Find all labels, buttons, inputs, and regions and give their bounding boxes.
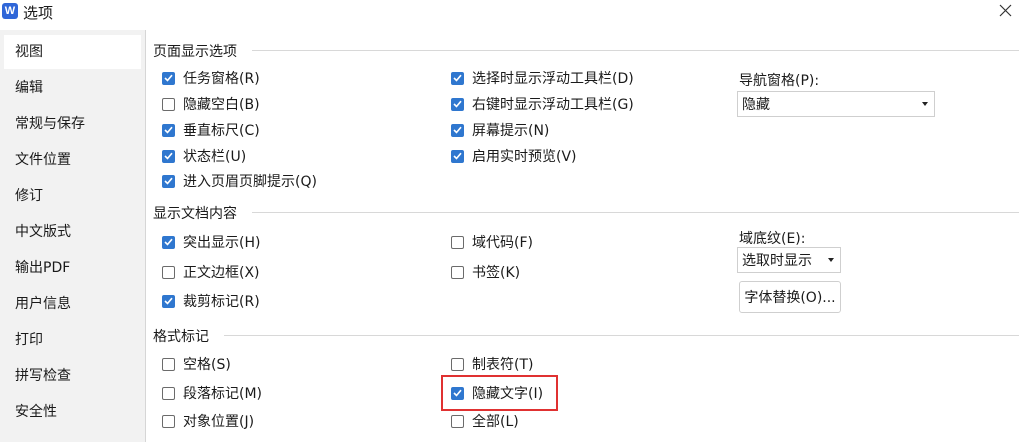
checkbox-unchecked-icon [162,97,175,111]
checkbox-label: 全部(L) [472,414,519,430]
section-title-doc-content: 显示文档内容 [153,206,237,222]
nav-pane-select[interactable]: 隐藏 [737,91,935,117]
sidebar-item-user-info[interactable]: 用户信息 [0,287,145,321]
checkbox-header-footer-hint[interactable]: 进入页眉页脚提示(Q) [162,171,317,191]
checkbox-checked-icon [451,71,464,85]
chevron-down-icon [828,258,834,262]
checkbox-checked-icon [451,123,464,137]
checkbox-label: 启用实时预览(V) [472,149,577,165]
checkbox-label: 突出显示(H) [183,235,261,251]
sidebar-item-file-locations[interactable]: 文件位置 [0,143,145,177]
checkbox-unchecked-icon [162,265,175,279]
close-icon [999,4,1012,17]
sidebar-item-general-save[interactable]: 常规与保存 [0,107,145,141]
checkbox-paragraph-marks[interactable]: 段落标记(M) [162,383,262,403]
checkbox-screen-tips[interactable]: 屏幕提示(N) [451,120,549,140]
checkbox-status-bar[interactable]: 状态栏(U) [162,146,246,166]
checkbox-tab-chars[interactable]: 制表符(T) [451,354,533,374]
nav-pane-label: 导航窗格(P): [739,73,820,89]
checkbox-unchecked-icon [162,357,175,371]
annotation-highlight-box [441,375,558,411]
field-shading-select-value: 选取时显示 [742,253,812,269]
checkbox-checked-icon [162,123,175,137]
nav-pane-select-value: 隐藏 [742,97,770,113]
checkbox-unchecked-icon [162,414,175,428]
checkbox-all[interactable]: 全部(L) [451,411,519,431]
close-button[interactable] [995,0,1017,22]
title-bar: W 选项 [0,0,1029,24]
checkbox-label: 制表符(T) [472,357,534,373]
checkbox-spaces[interactable]: 空格(S) [162,354,231,374]
checkbox-unchecked-icon [451,235,464,249]
section-divider [252,50,1019,51]
sidebar-item-revisions[interactable]: 修订 [0,179,145,213]
checkbox-field-codes[interactable]: 域代码(F) [451,232,533,252]
checkbox-text-boundaries[interactable]: 正文边框(X) [162,262,260,282]
checkbox-label: 正文边框(X) [183,265,260,281]
checkbox-floating-toolbar[interactable]: 选择时显示浮动工具栏(D) [451,68,634,88]
checkbox-label: 垂直标尺(C) [183,123,260,139]
chevron-down-icon [922,102,928,106]
checkbox-label: 任务窗格(R) [183,71,260,87]
checkbox-checked-icon [162,294,175,308]
checkbox-unchecked-icon [451,414,464,428]
checkbox-unchecked-icon [162,386,175,400]
checkbox-checked-icon [162,71,175,85]
checkbox-checked-icon [162,149,175,163]
checkbox-object-anchors[interactable]: 对象位置(J) [162,411,254,431]
window-title: 选项 [23,4,54,22]
sidebar-item-print[interactable]: 打印 [0,323,145,357]
sidebar-item-edit[interactable]: 编辑 [0,71,145,105]
checkbox-unchecked-icon [451,357,464,371]
checkbox-label: 书签(K) [472,265,521,281]
section-title-format-marks: 格式标记 [153,329,209,345]
checkbox-checked-icon [451,149,464,163]
checkbox-label: 屏幕提示(N) [472,123,550,139]
checkbox-label: 段落标记(M) [183,386,263,402]
sidebar: 视图 编辑 常规与保存 文件位置 修订 中文版式 输出PDF 用户信息 打印 拼… [0,30,146,442]
checkbox-hide-whitespace[interactable]: 隐藏空白(B) [162,94,260,114]
checkbox-label: 状态栏(U) [183,149,247,165]
checkbox-label: 空格(S) [183,357,231,373]
checkbox-label: 右键时显示浮动工具栏(G) [472,97,634,113]
sidebar-item-spell-check[interactable]: 拼写检查 [0,359,145,393]
checkbox-checked-icon [162,235,175,249]
sidebar-item-view[interactable]: 视图 [4,35,141,69]
checkbox-crop-marks[interactable]: 裁剪标记(R) [162,291,260,311]
sidebar-item-export-pdf[interactable]: 输出PDF [0,251,145,285]
checkbox-label: 进入页眉页脚提示(Q) [183,174,317,190]
field-shading-label: 域底纹(E): [739,231,806,247]
checkbox-label: 隐藏空白(B) [183,97,260,113]
checkbox-label: 裁剪标记(R) [183,294,260,310]
checkbox-checked-icon [162,174,175,188]
checkbox-unchecked-icon [451,265,464,279]
checkbox-live-preview[interactable]: 启用实时预览(V) [451,146,577,166]
checkbox-highlight[interactable]: 突出显示(H) [162,232,260,252]
checkbox-label: 选择时显示浮动工具栏(D) [472,71,634,87]
section-divider [224,335,1019,336]
field-shading-select[interactable]: 选取时显示 [737,247,841,273]
wps-app-icon: W [2,3,18,19]
checkbox-task-pane[interactable]: 任务窗格(R) [162,68,260,88]
sidebar-item-chinese-layout[interactable]: 中文版式 [0,215,145,249]
checkbox-right-click-toolbar[interactable]: 右键时显示浮动工具栏(G) [451,94,634,114]
checkbox-vertical-ruler[interactable]: 垂直标尺(C) [162,120,260,140]
font-substitution-button[interactable]: 字体替换(O)... [739,281,841,313]
section-title-page-display: 页面显示选项 [153,44,237,60]
checkbox-checked-icon [451,97,464,111]
section-divider [252,212,1019,213]
checkbox-bookmarks[interactable]: 书签(K) [451,262,520,282]
checkbox-label: 域代码(F) [472,235,533,251]
checkbox-label: 对象位置(J) [183,414,255,430]
sidebar-item-security[interactable]: 安全性 [0,395,145,429]
